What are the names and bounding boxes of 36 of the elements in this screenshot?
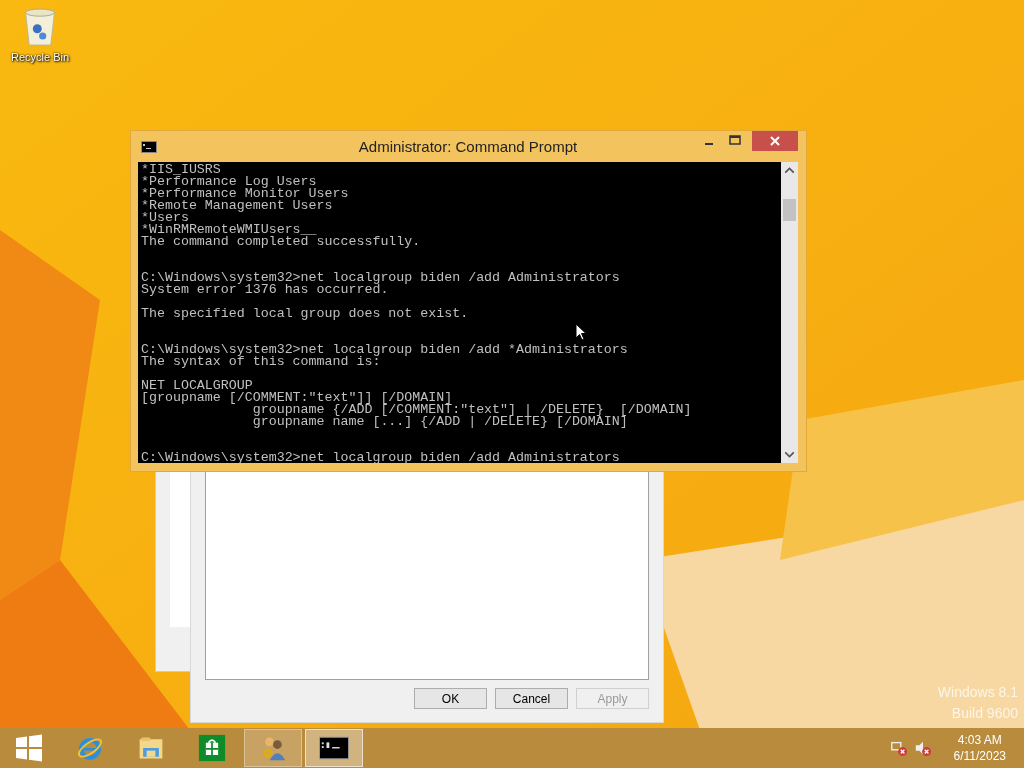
watermark-text: Build 9600 xyxy=(951,705,1018,721)
clock-time[interactable]: 4:03 AM xyxy=(957,732,1002,748)
shopping-bag-icon xyxy=(197,734,227,762)
taskbar-button[interactable] xyxy=(305,729,363,767)
volume-muted-icon[interactable] xyxy=(913,739,932,757)
console-line: groupname name [...] {/ADD | /DELETE} [/DOMAIN] xyxy=(251,416,628,428)
console-line: *Performance Log Users xyxy=(141,176,317,188)
console-line: groupname {/ADD [/COMMENT:"text"] | /DELETE} [/DOMAIN] xyxy=(252,404,692,416)
console-line: *Remote Management Users xyxy=(141,200,333,212)
mouse-pointer-icon xyxy=(575,323,587,341)
console-line: *Users xyxy=(141,212,189,224)
desktop-icon-label[interactable]: Recycle Bin xyxy=(10,51,70,63)
clock-date[interactable]: 6/11/2023 xyxy=(953,748,1006,764)
console-line: C:\Windows\system32>net localgroup biden /add Administrators xyxy=(141,452,620,463)
console-line: The command completed successfully. xyxy=(141,236,421,248)
scrollbar[interactable] xyxy=(781,162,798,463)
console-line: *WinRMRemoteWMIUsers__ xyxy=(141,224,317,236)
console-line: *Performance Monitor Users xyxy=(141,188,349,200)
dialog-button[interactable]: OK xyxy=(414,688,487,709)
windows-logo-icon xyxy=(14,734,44,762)
watermark-text: Windows 8.1 xyxy=(937,684,1018,700)
close-icon[interactable] xyxy=(752,131,798,151)
console-line: The syntax of this command is: xyxy=(141,356,381,368)
scroll-thumb[interactable] xyxy=(783,199,796,221)
console-icon xyxy=(319,734,349,762)
window-title: Administrator: Command Prompt xyxy=(358,138,578,155)
console-line: The specified local group does not exist. xyxy=(141,308,469,320)
console-line: [groupname [/COMMENT:"text"]] [/DOMAIN] xyxy=(141,392,453,404)
console-line: System error 1376 has occurred. xyxy=(141,284,389,296)
console-line: C:\Windows\system32>net localgroup biden /add *Administrators xyxy=(141,344,628,356)
console-line: *IIS_IUSRS xyxy=(141,164,221,176)
console-line: C:\Windows\system32>net localgroup biden /add Administrators xyxy=(141,272,620,284)
console-icon xyxy=(141,140,157,153)
network-error-icon[interactable] xyxy=(889,739,908,757)
console-line: NET LOCALGROUP xyxy=(141,380,253,392)
dialog-button[interactable]: Cancel xyxy=(495,688,568,709)
